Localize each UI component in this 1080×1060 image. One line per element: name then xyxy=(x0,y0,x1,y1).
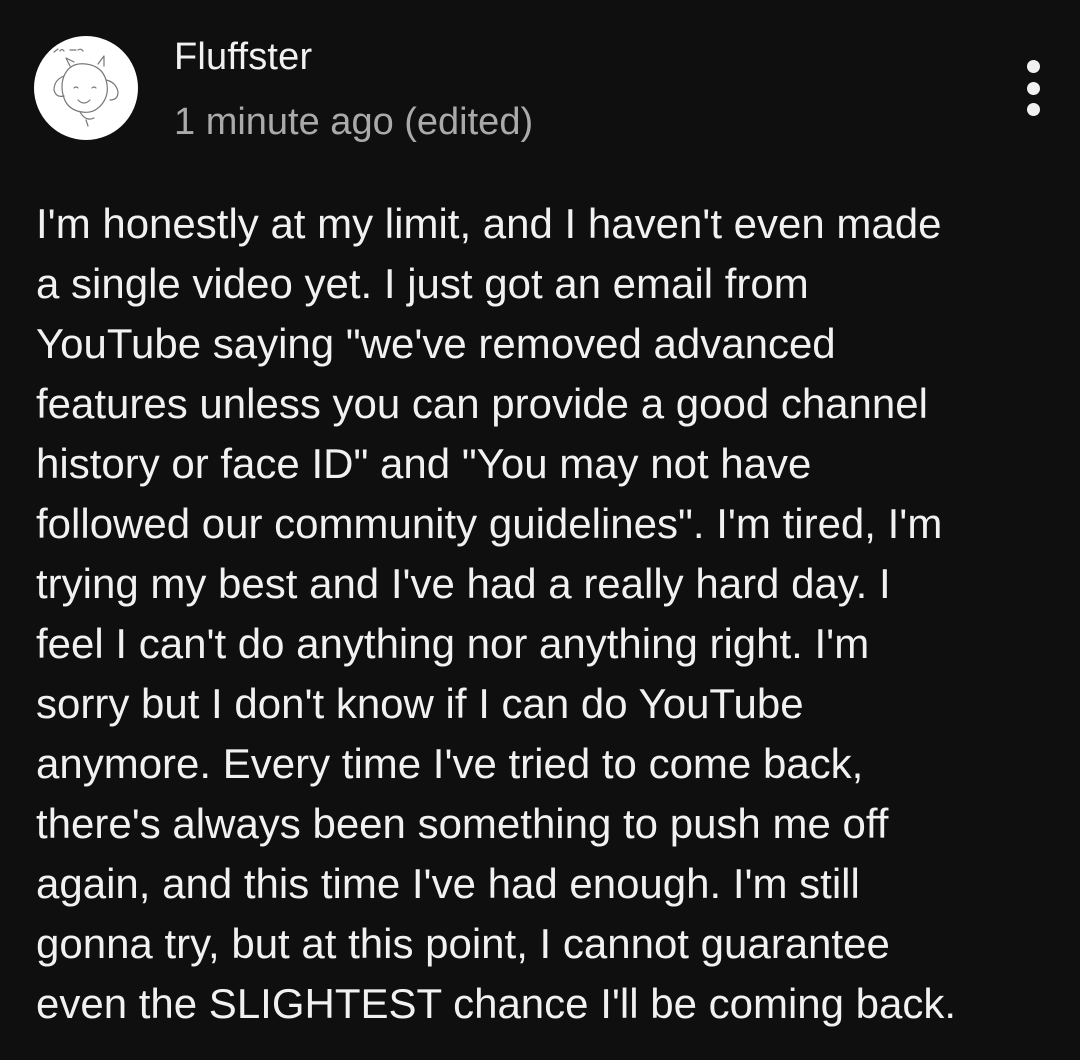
more-dot-icon xyxy=(1026,81,1040,95)
comment-body-line: anymore. Every time I've tried to come b… xyxy=(36,740,864,787)
comment-body-line: there's always been something to push me… xyxy=(36,800,889,847)
comment-body-line: a single video yet. I just got an email … xyxy=(36,260,809,307)
avatar[interactable] xyxy=(34,36,138,140)
comment-body-line: YouTube saying "we've removed advanced xyxy=(36,320,836,367)
more-options-button[interactable] xyxy=(1008,56,1058,120)
more-dot-icon xyxy=(1026,60,1040,73)
avatar-sketch-icon xyxy=(53,48,119,127)
comment-body-line: gonna try, but at this point, I cannot g… xyxy=(36,920,890,967)
comment-timestamp[interactable]: 1 minute ago (edited) xyxy=(174,99,533,145)
comment-body-line: history or face ID" and "You may not hav… xyxy=(36,440,812,487)
comment-author[interactable]: Fluffster xyxy=(174,34,312,80)
comment: Fluffster 1 minute ago (edited) I'm hone… xyxy=(0,0,1080,1060)
comment-body-line: trying my best and I've had a really har… xyxy=(36,560,891,607)
comment-body: I'm honestly at my limit, and I haven't … xyxy=(36,194,1046,1034)
comment-body-line: feel I can't do anything nor anything ri… xyxy=(36,620,870,667)
comment-body-line: even the SLIGHTEST chance I'll be coming… xyxy=(36,980,957,1027)
comment-body-line: sorry but I don't know if I can do YouTu… xyxy=(36,680,804,727)
comment-body-line: features unless you can provide a good c… xyxy=(36,380,928,427)
comment-body-line: followed our community guidelines". I'm … xyxy=(36,500,943,547)
comment-body-line: I'm honestly at my limit, and I haven't … xyxy=(36,200,942,247)
more-dot-icon xyxy=(1026,103,1040,116)
comment-body-line: again, and this time I've had enough. I'… xyxy=(36,860,860,907)
